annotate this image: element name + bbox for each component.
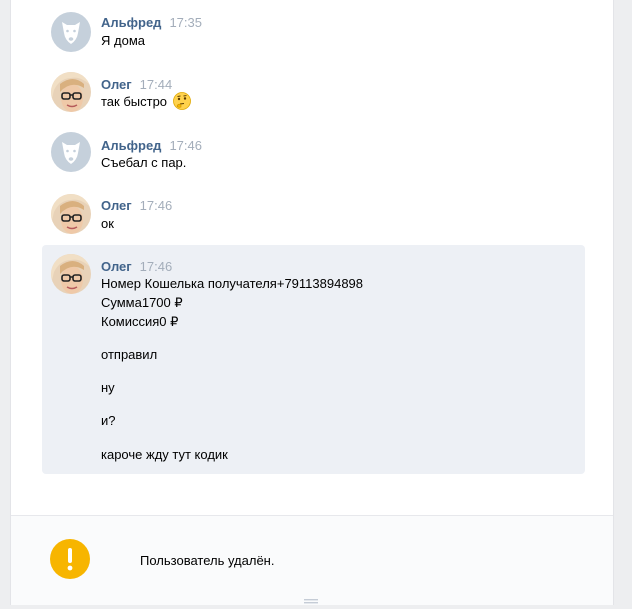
message-header: Олег 17:44 <box>101 77 172 92</box>
message-text: Комиссия0 ₽ <box>101 314 179 329</box>
dog-avatar[interactable] <box>51 12 91 52</box>
user-photo-avatar[interactable] <box>51 194 91 234</box>
thinking-face-emoji <box>172 92 191 115</box>
message-time[interactable]: 17:46 <box>169 138 202 153</box>
author-name[interactable]: Олег <box>101 77 132 92</box>
message-text-row: так быстро <box>101 92 191 115</box>
message-header: Альфред 17:46 <box>101 138 202 153</box>
exclamation-icon <box>50 539 90 579</box>
message-history[interactable]: Альфред 17:35 Я дома Олег 17:44 так быст… <box>11 0 613 515</box>
dog-avatar[interactable] <box>51 132 91 172</box>
message-item[interactable]: Олег 17:46 ок <box>42 184 585 245</box>
message-header: Альфред 17:35 <box>101 15 202 30</box>
message-item[interactable]: Альфред 17:35 Я дома <box>42 0 585 62</box>
author-name[interactable]: Олег <box>101 259 132 274</box>
chat-panel: Альфред 17:35 Я дома Олег 17:44 так быст… <box>10 0 614 605</box>
message-time[interactable]: 17:44 <box>140 77 173 92</box>
author-name[interactable]: Олег <box>101 198 132 213</box>
message-text: отправил <box>101 347 158 362</box>
message-header: Олег 17:46 <box>101 259 172 274</box>
author-name[interactable]: Альфред <box>101 15 161 30</box>
message-text: и? <box>101 413 116 428</box>
user-photo-avatar[interactable] <box>51 254 91 294</box>
message-text: так быстро <box>101 94 168 109</box>
message-text: Я дома <box>101 33 145 48</box>
resize-handle[interactable] <box>302 594 320 604</box>
deleted-user-notice: Пользователь удалён. <box>140 553 275 568</box>
deleted-user-footer: Пользователь удалён. <box>11 515 613 605</box>
message-time[interactable]: 17:46 <box>140 198 173 213</box>
message-text: ок <box>101 216 114 231</box>
author-name[interactable]: Альфред <box>101 138 161 153</box>
user-photo-avatar[interactable] <box>51 72 91 112</box>
message-item[interactable]: Альфред 17:46 Съебал с пар. <box>42 122 585 184</box>
message-time[interactable]: 17:35 <box>169 15 202 30</box>
message-text: Номер Кошелька получателя+79113894898 <box>101 276 364 291</box>
message-text: Сумма1700 ₽ <box>101 295 183 310</box>
message-item-selected[interactable]: Олег 17:46 Номер Кошелька получателя+7911… <box>42 245 585 474</box>
message-time[interactable]: 17:46 <box>140 259 173 274</box>
message-header: Олег 17:46 <box>101 198 172 213</box>
message-item[interactable]: Олег 17:44 так быстро <box>42 62 585 122</box>
message-text: ну <box>101 380 115 395</box>
message-text: Съебал с пар. <box>101 155 187 170</box>
message-text: кароче жду тут кодик <box>101 447 228 462</box>
